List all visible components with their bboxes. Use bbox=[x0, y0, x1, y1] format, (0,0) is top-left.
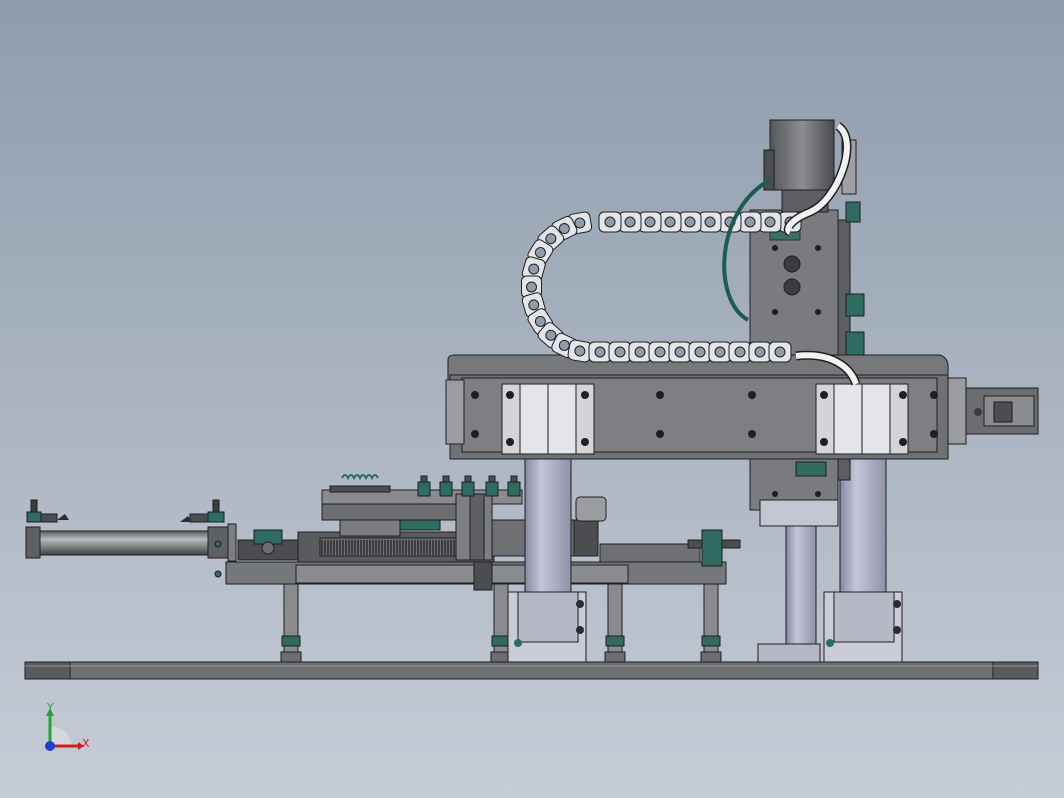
axis-label-x: X bbox=[82, 737, 90, 750]
bolt bbox=[820, 438, 828, 446]
chain-link bbox=[728, 341, 752, 363]
table-leg bbox=[604, 583, 626, 663]
axis-label-y: Y bbox=[46, 701, 54, 714]
bolt bbox=[581, 391, 589, 399]
chain-link bbox=[668, 341, 692, 363]
bolt bbox=[656, 430, 664, 438]
chain-link bbox=[638, 211, 662, 233]
bolt bbox=[506, 438, 514, 446]
table-leg bbox=[280, 583, 302, 663]
chain-link bbox=[608, 341, 632, 363]
base-plate bbox=[24, 661, 1039, 680]
chain-link bbox=[628, 341, 652, 363]
linear-bearing-block bbox=[501, 383, 595, 455]
chain-link bbox=[678, 211, 702, 233]
chain-link bbox=[648, 341, 672, 363]
bolt bbox=[748, 391, 756, 399]
cad-viewport[interactable]: X Y bbox=[0, 0, 1064, 798]
bolt bbox=[930, 391, 938, 399]
bolt bbox=[656, 391, 664, 399]
chain-link bbox=[598, 211, 622, 233]
chain-link bbox=[588, 341, 612, 363]
chain-link bbox=[738, 211, 762, 233]
assembly-drawing[interactable]: X Y bbox=[0, 0, 1064, 798]
bolt bbox=[899, 438, 907, 446]
bolt bbox=[930, 430, 938, 438]
bolt bbox=[471, 430, 479, 438]
chain-link bbox=[708, 341, 732, 363]
table-leg bbox=[700, 583, 722, 663]
linear-bearing-block bbox=[815, 383, 909, 455]
bolt bbox=[820, 391, 828, 399]
chain-link bbox=[758, 211, 782, 233]
chain-link bbox=[658, 211, 682, 233]
chain-link bbox=[618, 211, 642, 233]
chain-link bbox=[688, 341, 712, 363]
chain-link bbox=[768, 341, 792, 363]
bolt bbox=[506, 391, 514, 399]
chain-link bbox=[698, 211, 722, 233]
bolt bbox=[748, 430, 756, 438]
bolt bbox=[899, 391, 907, 399]
bolt bbox=[471, 391, 479, 399]
bolt bbox=[581, 438, 589, 446]
chain-link bbox=[748, 341, 772, 363]
